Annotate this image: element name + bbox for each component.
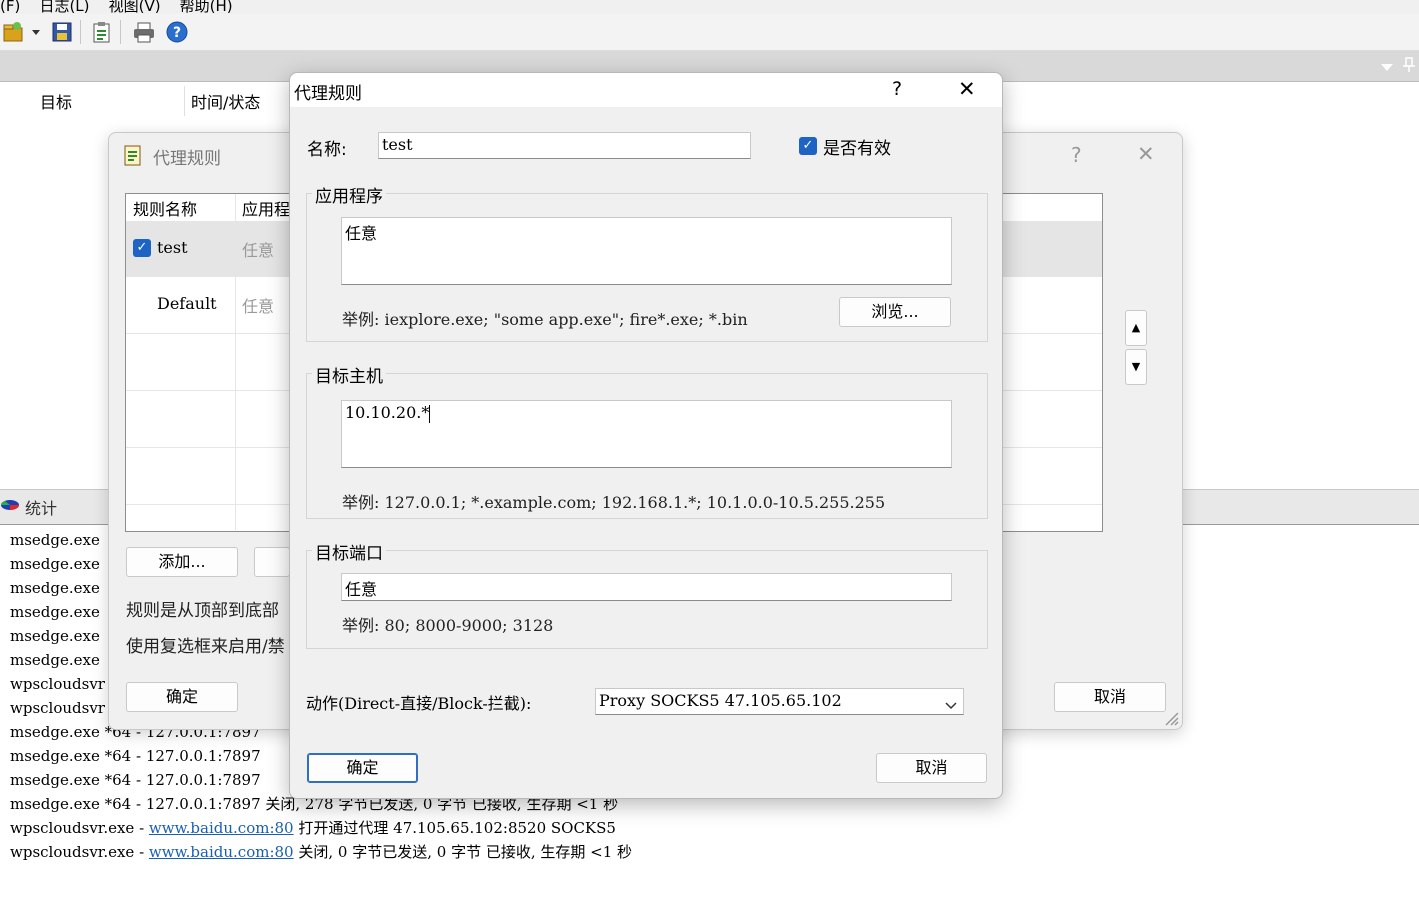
- svg-text:?: ?: [173, 25, 181, 41]
- stats-label[interactable]: 统计: [25, 495, 57, 519]
- name-field[interactable]: test: [378, 132, 751, 159]
- enabled-label: 是否有效: [823, 139, 891, 159]
- enabled-checkbox[interactable]: ✓: [799, 137, 817, 155]
- print-icon[interactable]: [132, 20, 156, 44]
- log-text: 打开通过代理 47.105.65.102:8520 SOCKS5: [293, 819, 616, 837]
- menu-log[interactable]: 日志(L): [39, 0, 89, 14]
- log-text: msedge.exe: [10, 627, 100, 645]
- save-icon[interactable]: [50, 20, 74, 44]
- menu-bar: (F) 日志(L) 视图(V) 帮助(H): [0, 0, 1419, 14]
- log-text: wpscloudsvr.exe -: [10, 843, 149, 861]
- connections-header: 目标 时间/状态: [0, 86, 290, 116]
- add-rule-button[interactable]: 添加...: [126, 547, 238, 577]
- log-text: 关闭, 0 字节已发送, 0 字节 已接收, 生存期 <1 秒: [293, 843, 633, 861]
- rule-name: Default: [157, 294, 217, 313]
- dropdown-arrow-icon[interactable]: [30, 20, 42, 44]
- cancel-button[interactable]: 取消: [876, 753, 987, 783]
- rule-edit-help-icon[interactable]: ?: [892, 78, 902, 100]
- log-text: wpscloudsvr: [10, 699, 105, 717]
- rule-edit-dialog: 代理规则 ? ✕ 名称: test ✓ 是否有效 应用程序 任意 举例: iex…: [289, 72, 1003, 799]
- rules-order-note: 规则是从顶部到底部: [126, 601, 279, 621]
- log-text: msedge.exe *64 - 127.0.0.1:7897: [10, 771, 261, 789]
- log-text: msedge.exe: [10, 651, 100, 669]
- stats-icon: [0, 497, 22, 517]
- rule-edit-titlebar: 代理规则 ? ✕: [290, 73, 1002, 107]
- column-time-status[interactable]: 时间/状态: [191, 89, 260, 113]
- log-text: msedge.exe: [10, 555, 100, 573]
- log-line: wpscloudsvr.exe - www.baidu.com:80 打开通过代…: [10, 816, 632, 840]
- log-text: msedge.exe: [10, 603, 100, 621]
- action-label: 动作(Direct-直接/Block-拦截):: [306, 694, 532, 713]
- browse-button[interactable]: 浏览...: [839, 297, 951, 327]
- rule-name: test: [157, 238, 188, 257]
- target-ports-field[interactable]: 任意: [341, 573, 952, 601]
- rules-cancel-button[interactable]: 取消: [1054, 682, 1166, 712]
- target-ports-group-title: 目标端口: [312, 539, 386, 564]
- applications-group-title: 应用程序: [312, 182, 386, 207]
- menu-view[interactable]: 视图(V): [109, 0, 161, 14]
- log-text: msedge.exe: [10, 531, 100, 549]
- name-label: 名称:: [307, 140, 347, 160]
- target-hosts-hint: 举例: 127.0.0.1; *.example.com; 192.168.1.…: [342, 493, 886, 512]
- menu-help[interactable]: 帮助(H): [180, 0, 233, 14]
- clone-rule-button[interactable]: [254, 547, 290, 577]
- log-text: wpscloudsvr: [10, 675, 105, 693]
- log-text: wpscloudsvr.exe -: [10, 819, 149, 837]
- column-target[interactable]: 目标: [40, 89, 72, 113]
- rule-app: 任意: [242, 297, 275, 316]
- pane-dropdown-icon[interactable]: [1380, 59, 1394, 78]
- rule-app: 任意: [242, 241, 275, 260]
- action-select[interactable]: Proxy SOCKS5 47.105.65.102: [595, 688, 964, 715]
- rules-dialog-title: 代理规则: [153, 149, 221, 169]
- rule-edit-close-icon[interactable]: ✕: [958, 77, 976, 101]
- log-text: msedge.exe *64 - 127.0.0.1:7897: [10, 747, 261, 765]
- pin-icon[interactable]: [1402, 57, 1416, 77]
- rule-edit-title: 代理规则: [294, 84, 362, 104]
- target-hosts-value: 10.10.20.*: [345, 403, 430, 422]
- log-text: msedge.exe: [10, 579, 100, 597]
- move-down-button[interactable]: ▼: [1125, 349, 1147, 385]
- menu-file[interactable]: (F): [0, 0, 20, 14]
- log-line: wpscloudsvr.exe - www.baidu.com:80 关闭, 0…: [10, 840, 632, 864]
- rules-ok-button[interactable]: 确定: [126, 682, 238, 712]
- text-cursor: [429, 404, 431, 423]
- ok-button[interactable]: 确定: [307, 753, 418, 783]
- rules-clipboard-icon[interactable]: [90, 20, 114, 44]
- target-ports-hint: 举例: 80; 8000-9000; 3128: [342, 616, 554, 635]
- applications-hint: 举例: iexplore.exe; "some app.exe"; fire*.…: [342, 310, 748, 329]
- rules-dialog-close-icon[interactable]: ✕: [1137, 142, 1155, 166]
- target-hosts-group-title: 目标主机: [312, 362, 386, 387]
- target-hosts-field[interactable]: 10.10.20.*: [341, 400, 952, 468]
- rule-enabled-checkbox[interactable]: ✓: [133, 239, 151, 257]
- log-host-link[interactable]: www.baidu.com:80: [149, 843, 294, 861]
- resize-grip-icon[interactable]: [1163, 710, 1179, 730]
- column-rule-name[interactable]: 规则名称: [133, 196, 197, 220]
- applications-field[interactable]: 任意: [341, 217, 952, 285]
- column-application[interactable]: 应用程: [242, 196, 290, 220]
- log-host-link[interactable]: www.baidu.com:80: [149, 819, 294, 837]
- rules-checkbox-note: 使用复选框来启用/禁: [126, 637, 285, 657]
- open-profile-icon[interactable]: [2, 20, 26, 44]
- chevron-down-icon: [945, 696, 957, 715]
- help-icon[interactable]: ?: [165, 20, 189, 44]
- toolbar: ?: [0, 14, 1419, 51]
- action-selected-value: Proxy SOCKS5 47.105.65.102: [599, 691, 842, 710]
- move-up-button[interactable]: ▲: [1125, 310, 1147, 346]
- rules-dialog-icon: [121, 143, 145, 171]
- rules-dialog-help-icon[interactable]: ?: [1071, 143, 1082, 167]
